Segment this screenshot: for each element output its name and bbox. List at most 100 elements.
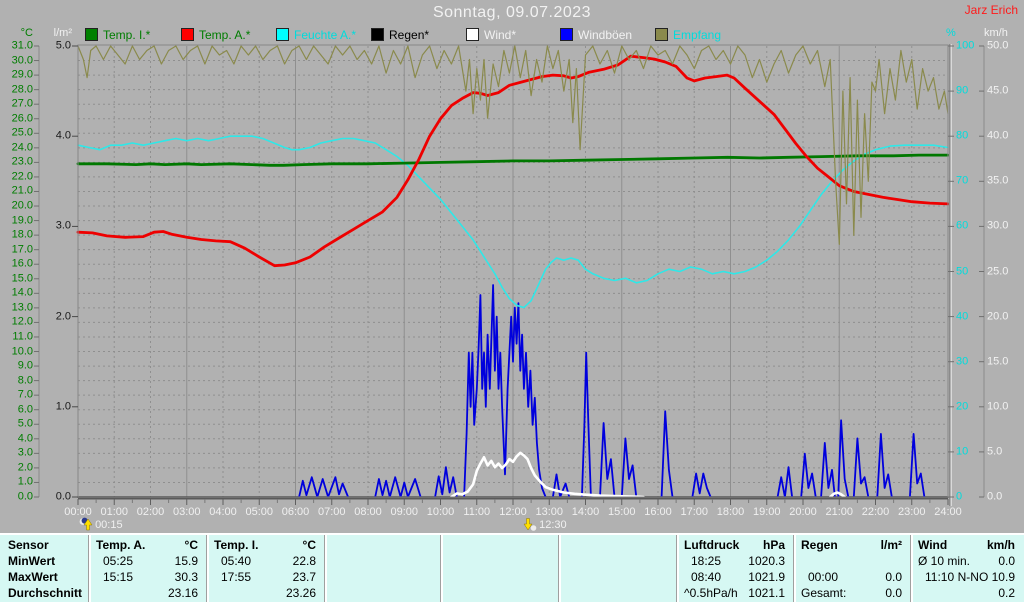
y-axis-label-temp: 28.0 <box>11 83 33 96</box>
x-axis-label: 07:00 <box>317 506 346 518</box>
y-axis-label-temp: 9.0 <box>17 359 33 372</box>
y-axis-label-kmh: 5.0 <box>987 445 1003 458</box>
y-axis-label-temp: 3.0 <box>17 446 33 459</box>
y-axis-label-percent: 80 <box>956 129 969 142</box>
y-axis-label-temp: 24.0 <box>11 141 33 154</box>
y-axis-label-temp: 8.0 <box>17 374 33 387</box>
series-windboeen <box>434 466 458 498</box>
table-cell-value: 0.2 <box>998 586 1015 600</box>
series-windboeen <box>374 476 422 498</box>
table-cell-value: 1021.1 <box>748 586 785 600</box>
x-axis-label: 02:00 <box>136 506 165 518</box>
marker-time-label: 00:15 <box>95 519 123 531</box>
table-row-label: MaxWert <box>8 570 58 584</box>
summary-table: Sensor MinWert MaxWert Durchschnitt Temp. A.… <box>0 533 1024 602</box>
y-axis-label-percent: 60 <box>956 219 969 232</box>
y-axis-label-rain: 1.0 <box>55 400 71 413</box>
y-axis-label-temp: 31.0 <box>11 39 33 52</box>
y-axis-label-percent: 10 <box>956 445 969 458</box>
y-axis-label-temp: 14.0 <box>11 286 33 299</box>
y-axis-label-temp: 26.0 <box>11 112 33 125</box>
x-axis-label: 16:00 <box>644 506 672 518</box>
table-column-unit: km/h <box>986 538 1015 552</box>
table-cell-value: 0.0 <box>885 570 902 584</box>
table-row-label: MinWert <box>8 554 56 568</box>
x-axis-label: 09:00 <box>390 506 419 518</box>
table-cell-value: N-NO 10.9 <box>957 570 1015 584</box>
x-axis-label: 24:00 <box>934 506 962 518</box>
table-column-unit: hPa <box>762 538 785 552</box>
table-cell-value: 1020.3 <box>748 554 785 568</box>
y-axis-label-temp: 18.0 <box>11 228 33 241</box>
table-cell-value: 23.26 <box>285 586 316 600</box>
y-axis-label-kmh: 20.0 <box>987 310 1009 323</box>
series-windboeen <box>581 351 592 498</box>
y-axis-label-percent: 100 <box>956 39 975 52</box>
x-axis-label: 01:00 <box>100 506 129 518</box>
y-axis-label-kmh: 25.0 <box>987 265 1009 277</box>
y-axis-label-temp: 15.0 <box>11 272 33 285</box>
y-axis-label-percent: 30 <box>956 355 969 368</box>
series-windboeen <box>800 452 817 498</box>
series-windboeen <box>298 476 350 498</box>
x-axis-label: 14:00 <box>571 506 600 518</box>
table-divider <box>324 535 327 602</box>
y-axis-label-temp: 0.0 <box>17 490 33 503</box>
moonrise-icon <box>79 517 93 531</box>
table-cell-value: 1021.9 <box>748 570 785 584</box>
y-axis-label-percent: 0 <box>956 490 963 503</box>
x-axis-label: 18:00 <box>716 506 745 518</box>
y-axis-label-rain: 0.0 <box>55 490 71 503</box>
y-axis-label-percent: 40 <box>956 310 969 323</box>
moonset-icon <box>523 518 537 531</box>
y-axis-label-kmh: 10.0 <box>987 400 1009 413</box>
y-axis-label-temp: 19.0 <box>11 214 33 227</box>
table-column-unit: l/m² <box>880 538 902 552</box>
y-axis-label-temp: 13.0 <box>11 301 33 314</box>
x-axis-label: 17:00 <box>680 506 709 518</box>
x-axis-label: 08:00 <box>354 506 382 518</box>
y-axis-label-temp: 6.0 <box>17 403 33 416</box>
y-axis-label-temp: 4.0 <box>17 432 33 445</box>
y-axis-label-percent: 50 <box>956 265 969 277</box>
y-axis-label-temp: 7.0 <box>17 388 33 401</box>
x-axis-label: 03:00 <box>172 506 201 518</box>
y-axis-label-temp: 20.0 <box>11 199 33 212</box>
x-axis-label: 06:00 <box>281 506 310 518</box>
table-cell-value: 23.7 <box>292 570 316 584</box>
x-axis-label: 15:00 <box>607 506 636 518</box>
y-axis-label-kmh: 45.0 <box>987 84 1009 97</box>
y-axis-label-kmh: 0.0 <box>987 490 1003 503</box>
y-axis-label-temp: 21.0 <box>11 184 33 197</box>
y-axis-label-temp: 30.0 <box>11 54 33 67</box>
y-axis-label-rain: 4.0 <box>55 129 71 142</box>
y-axis-label-temp: 5.0 <box>17 417 33 430</box>
y-axis-label-temp: 10.0 <box>11 345 33 358</box>
y-axis-label-temp: 16.0 <box>11 257 33 270</box>
y-axis-label-rain: 3.0 <box>55 219 71 232</box>
table-column-unit: °C <box>302 538 316 552</box>
x-axis-label: 10:00 <box>426 506 455 518</box>
x-axis-label: 04:00 <box>209 506 237 518</box>
table-column-unit: °C <box>184 538 198 552</box>
y-axis-label-kmh: 50.0 <box>987 39 1009 52</box>
y-axis-label-temp: 17.0 <box>11 243 33 256</box>
y-axis-label-temp: 23.0 <box>11 155 33 168</box>
table-row-label: Sensor <box>8 538 49 552</box>
y-axis-label-kmh: 30.0 <box>987 219 1009 232</box>
table-cell-value: 22.8 <box>292 554 316 568</box>
table-divider <box>558 535 561 602</box>
y-axis-label-temp: 27.0 <box>11 97 33 110</box>
x-axis-label: 20:00 <box>789 506 817 518</box>
y-axis-label-kmh: 35.0 <box>987 174 1009 187</box>
series-windboeen <box>691 472 712 498</box>
y-axis-label-kmh: 40.0 <box>987 129 1009 142</box>
y-axis-label-kmh: 15.0 <box>987 355 1009 368</box>
y-axis-label-temp: 22.0 <box>11 170 33 183</box>
y-axis-label-percent: 20 <box>956 400 969 413</box>
table-row-label: Durchschnitt <box>8 586 83 600</box>
x-axis-label: 19:00 <box>752 506 781 518</box>
x-axis-label: 11:00 <box>463 506 491 518</box>
series-windboeen <box>599 422 616 498</box>
y-axis-label-percent: 70 <box>956 174 969 187</box>
